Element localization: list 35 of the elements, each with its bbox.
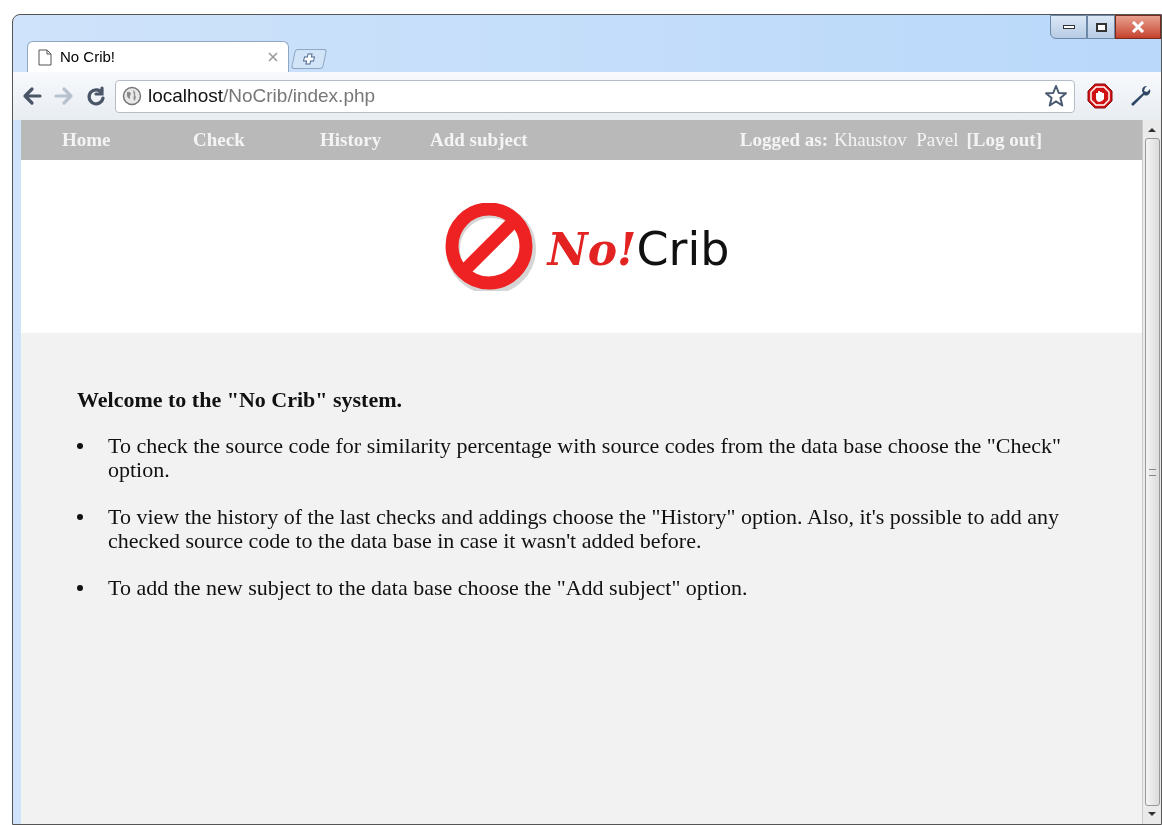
- logged-as-label: Logged as:: [739, 127, 828, 152]
- star-icon[interactable]: [1044, 84, 1068, 108]
- bullet-icon: [77, 443, 83, 449]
- url-text[interactable]: localhost/NoCrib/index.php: [148, 81, 376, 111]
- browser-tab[interactable]: No Crib!: [27, 41, 289, 72]
- close-icon: [1131, 21, 1145, 33]
- prohibition-sign-icon: [443, 202, 538, 291]
- globe-icon: [122, 86, 142, 106]
- menu-link[interactable]: Check: [193, 125, 320, 155]
- stop-hand-icon[interactable]: [1087, 83, 1113, 109]
- maximize-button[interactable]: [1087, 15, 1115, 39]
- reload-icon[interactable]: [85, 85, 107, 107]
- menu-link[interactable]: Add subject: [430, 125, 560, 155]
- scroll-thumb[interactable]: [1144, 138, 1160, 806]
- logo-accent: No!: [547, 222, 637, 277]
- instruction-text: To add the new subject to the data base choose the "Add subject" option.: [108, 576, 748, 600]
- user-name: Khaustov Pavel: [833, 127, 959, 152]
- bullet-icon: [77, 514, 83, 520]
- plus-icon: [301, 53, 317, 65]
- page-icon: [38, 48, 52, 66]
- close-icon[interactable]: [268, 52, 278, 62]
- tab-title: No Crib!: [60, 46, 116, 67]
- minimize-button[interactable]: [1050, 15, 1087, 39]
- close-button[interactable]: [1115, 15, 1161, 39]
- back-icon[interactable]: [21, 85, 43, 107]
- logo-name: Crib: [636, 221, 730, 278]
- new-tab-button[interactable]: [290, 49, 328, 69]
- instruction-text: To view the history of the last checks and addings choose the "History" option. Also, it's possible to add any checked source code to the data base in case it wasn't added before.: [108, 505, 1060, 553]
- menu-link[interactable]: Home: [62, 125, 193, 155]
- address-bar[interactable]: localhost/NoCrib/index.php: [115, 79, 1075, 113]
- instruction-text: To check the source code for similarity percentage with source codes from the data base choose the "Check" option.: [108, 434, 1062, 482]
- bullet-icon: [77, 585, 83, 591]
- logout-link[interactable]: [Log out]: [966, 125, 1042, 155]
- welcome-heading: Welcome to the "No Crib" system.: [77, 388, 404, 412]
- menu-link[interactable]: History: [320, 125, 430, 155]
